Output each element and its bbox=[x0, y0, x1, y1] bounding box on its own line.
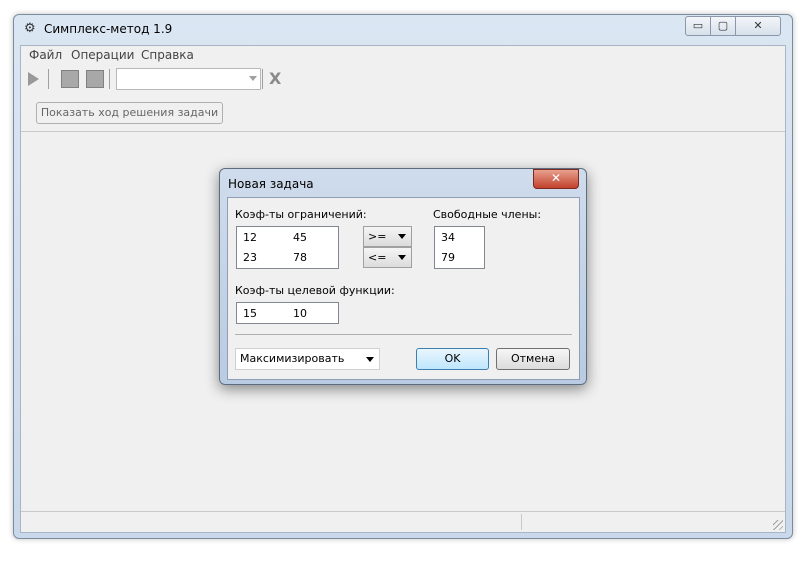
window-title: Симплекс-метод 1.9 bbox=[44, 22, 173, 36]
status-bar bbox=[21, 511, 785, 532]
objective-label: Коэф-ты целевой функции: bbox=[235, 284, 395, 297]
sign-select[interactable]: <= bbox=[363, 247, 412, 268]
objective-cell[interactable]: 10 bbox=[293, 307, 307, 320]
dialog-client: Коэф-ты ограничений: Свободные члены: 12… bbox=[227, 197, 580, 380]
sign-value: >= bbox=[368, 230, 387, 243]
excel-export-icon[interactable]: X bbox=[269, 69, 281, 88]
next-step-icon[interactable] bbox=[61, 70, 79, 88]
resize-grip-icon[interactable] bbox=[773, 520, 783, 530]
dialog-divider bbox=[235, 334, 572, 335]
constraint-cell[interactable]: 12 bbox=[243, 231, 257, 244]
menu-help[interactable]: Справка bbox=[141, 48, 194, 62]
sign-value: <= bbox=[368, 251, 387, 264]
toolbar: X bbox=[21, 65, 785, 93]
app-icon: ⚙ bbox=[24, 21, 36, 36]
run-icon[interactable] bbox=[28, 72, 39, 86]
dialog-title: Новая задача bbox=[228, 177, 314, 191]
objective-grid: 15 10 bbox=[236, 302, 339, 324]
chevron-down-icon bbox=[366, 357, 374, 362]
constraint-cell[interactable]: 45 bbox=[293, 231, 307, 244]
ok-button[interactable]: OK bbox=[416, 348, 489, 370]
title-bar[interactable]: ⚙ Симплекс-метод 1.9 ▭ ▢ ✕ bbox=[14, 15, 792, 45]
chevron-down-icon bbox=[249, 76, 257, 81]
free-term-cell[interactable]: 34 bbox=[441, 231, 455, 244]
chevron-down-icon bbox=[398, 255, 406, 260]
constraints-label: Коэф-ты ограничений: bbox=[235, 208, 367, 221]
close-button[interactable]: ✕ bbox=[735, 16, 781, 36]
free-terms-label: Свободные члены: bbox=[433, 208, 542, 221]
toolbar-separator bbox=[109, 69, 110, 89]
previous-step-icon[interactable] bbox=[86, 70, 104, 88]
free-terms-grid: 34 79 bbox=[434, 226, 485, 269]
constraints-grid: 12 45 23 78 bbox=[236, 226, 339, 269]
menu-file[interactable]: Файл bbox=[29, 48, 62, 62]
toolbar-separator bbox=[262, 69, 263, 89]
toolbar-separator bbox=[48, 69, 49, 89]
constraint-cell[interactable]: 78 bbox=[293, 251, 307, 264]
optimization-mode-value: Максимизировать bbox=[240, 352, 345, 365]
show-solution-button[interactable]: Показать ход решения задачи bbox=[36, 102, 223, 124]
chevron-down-icon bbox=[398, 234, 406, 239]
cancel-button[interactable]: Отмена bbox=[496, 348, 570, 370]
constraint-cell[interactable]: 23 bbox=[243, 251, 257, 264]
status-separator bbox=[521, 514, 522, 530]
optimization-mode-select[interactable]: Максимизировать bbox=[235, 348, 380, 370]
objective-cell[interactable]: 15 bbox=[243, 307, 257, 320]
top-panel: Показать ход решения задачи bbox=[21, 95, 785, 132]
toolbar-combo[interactable] bbox=[116, 68, 261, 90]
new-task-dialog: Новая задача ✕ Коэф-ты ограничений: Своб… bbox=[219, 168, 587, 385]
sign-select[interactable]: >= bbox=[363, 226, 412, 247]
minimize-button[interactable]: ▭ bbox=[685, 16, 711, 36]
menu-bar: Файл Операции Справка bbox=[21, 46, 785, 64]
dialog-close-button[interactable]: ✕ bbox=[533, 169, 579, 189]
free-term-cell[interactable]: 79 bbox=[441, 251, 455, 264]
menu-operations[interactable]: Операции bbox=[71, 48, 134, 62]
maximize-button[interactable]: ▢ bbox=[710, 16, 736, 36]
